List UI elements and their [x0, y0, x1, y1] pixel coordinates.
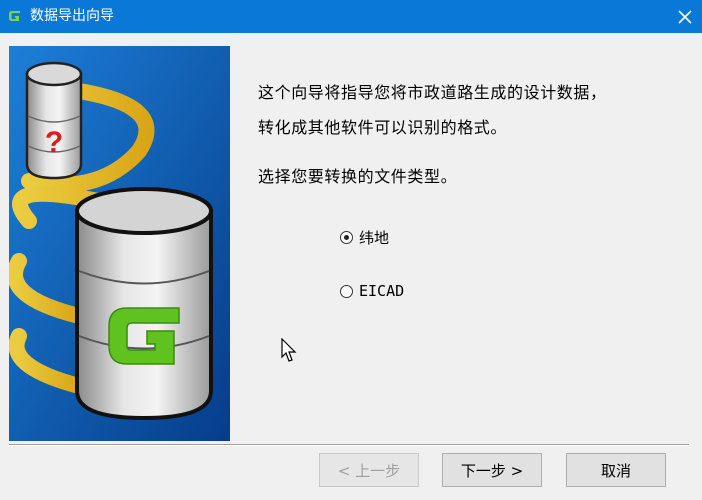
wizard-body: ? 这个向导将指导您将市政道路生成的设计数据， 转化成其他软件可以识别的格式。 …	[0, 33, 702, 500]
close-button[interactable]	[668, 0, 702, 33]
small-database-icon: ?	[25, 61, 83, 180]
radio-option-eicad[interactable]: EICAD	[340, 282, 404, 300]
cancel-button[interactable]: 取消	[566, 453, 666, 487]
wizard-banner: ?	[9, 46, 230, 441]
intro-text: 这个向导将指导您将市政道路生成的设计数据， 转化成其他软件可以识别的格式。	[258, 75, 678, 145]
svg-text:?: ?	[45, 126, 63, 159]
radio-label-weidi: 纬地	[359, 229, 390, 247]
close-icon	[678, 9, 692, 24]
mouse-pointer-icon	[281, 338, 297, 362]
window-title: 数据导出向导	[30, 8, 114, 24]
next-button[interactable]: 下一步 >	[442, 453, 542, 487]
radio-unchecked-icon[interactable]	[340, 284, 353, 298]
radio-option-weidi[interactable]: 纬地	[340, 227, 389, 248]
radio-label-eicad: EICAD	[359, 282, 405, 300]
file-type-prompt: 选择您要转换的文件类型。	[258, 167, 458, 186]
footer-separator	[9, 444, 689, 446]
intro-line-1: 这个向导将指导您将市政道路生成的设计数据，	[258, 83, 607, 102]
intro-line-2: 转化成其他软件可以识别的格式。	[258, 118, 508, 137]
back-button[interactable]: < 上一步	[319, 453, 419, 487]
radio-checked-icon[interactable]	[340, 231, 353, 244]
large-database-icon	[75, 187, 213, 421]
title-bar: 数据导出向导	[0, 0, 702, 33]
database-illustration: ?	[9, 46, 230, 441]
app-logo-icon	[6, 7, 24, 25]
